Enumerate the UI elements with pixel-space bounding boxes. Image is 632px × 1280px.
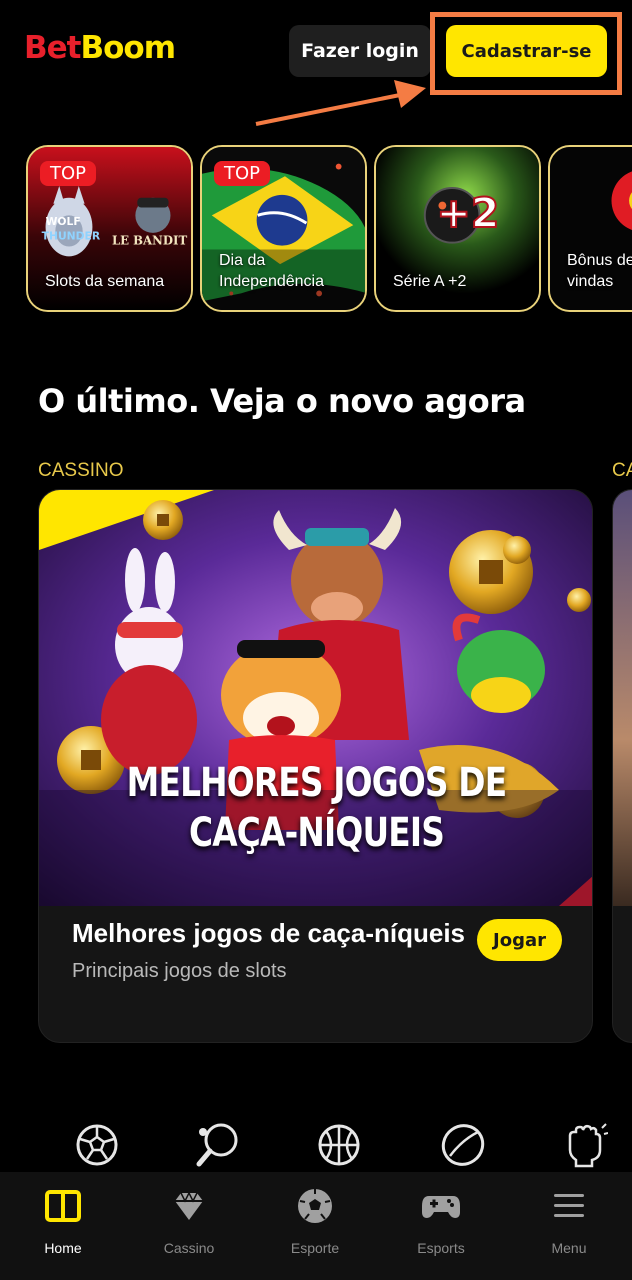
hockey-puck-icon[interactable] xyxy=(440,1122,486,1168)
nav-home-label: Home xyxy=(44,1240,82,1256)
nav-cassino-label: Cassino xyxy=(163,1240,215,1256)
nav-esports-label: Esports xyxy=(417,1240,465,1256)
signup-button[interactable]: Cadastrar-se xyxy=(446,25,607,77)
fighting-fist-icon[interactable] xyxy=(562,1122,608,1168)
story-label: Dia da Independência xyxy=(219,252,324,290)
section-title: O último. Veja o novo agora xyxy=(38,382,526,420)
category-label-peek: CA xyxy=(612,460,632,481)
logo-bet: Bet xyxy=(24,30,81,66)
story-label: Bônus de boas-vindas xyxy=(567,252,632,290)
promo-card[interactable]: MELHORES JOGOS DE CAÇA-NÍQUEIS Melhores … xyxy=(38,489,593,1043)
banner-line-2: CAÇA-NÍQUEIS xyxy=(188,810,445,856)
story-item[interactable]: +2 Série A +2 xyxy=(374,145,541,312)
top-badge: TOP xyxy=(214,161,271,186)
banner-line-1: MELHORES JOGOS DE xyxy=(126,760,507,806)
app-header: BetBoom Fazer login Cadastrar-se xyxy=(0,0,632,110)
login-button[interactable]: Fazer login xyxy=(289,25,431,77)
nav-esporte-label: Esporte xyxy=(290,1240,340,1256)
soccer-ball-icon[interactable] xyxy=(74,1122,120,1168)
diamond-icon xyxy=(175,1191,203,1220)
next-card-peek[interactable] xyxy=(612,489,632,1043)
soccer-icon xyxy=(298,1189,332,1223)
promo-banner: MELHORES JOGOS DE CAÇA-NÍQUEIS xyxy=(39,490,592,906)
home-panel-icon xyxy=(45,1190,81,1222)
sports-icon-row xyxy=(0,1110,632,1174)
betboom-logo[interactable]: BetBoom xyxy=(24,30,176,66)
nav-menu[interactable]: Menu xyxy=(514,1186,624,1266)
category-label: CASSINO xyxy=(38,460,124,481)
bottom-navigation: Home Cassino Esporte Esports Menu xyxy=(0,1172,632,1280)
svg-text:+2: +2 xyxy=(437,189,500,237)
story-label: Slots da semana xyxy=(45,273,165,290)
svg-text:LE BANDIT: LE BANDIT xyxy=(112,234,188,248)
nav-menu-label: Menu xyxy=(551,1240,587,1256)
card-subtitle: Principais jogos de slots xyxy=(72,960,287,982)
logo-boom: Boom xyxy=(80,30,176,66)
nav-cassino[interactable]: Cassino xyxy=(134,1186,244,1266)
nav-home[interactable]: Home xyxy=(8,1186,118,1266)
card-title: Melhores jogos de caça-níqueis xyxy=(72,918,465,948)
nav-esporte[interactable]: Esporte xyxy=(260,1186,370,1266)
table-tennis-icon[interactable] xyxy=(194,1122,240,1168)
stories-carousel[interactable]: WOLF THUNDER LE BANDIT TOP Slots da sema… xyxy=(26,145,632,313)
story-label: Série A +2 xyxy=(393,273,467,290)
top-badge: TOP xyxy=(40,161,97,186)
story-item[interactable]: TOP Dia da Independência xyxy=(200,145,367,312)
story-item[interactable]: WOLF THUNDER LE BANDIT TOP Slots da sema… xyxy=(26,145,193,312)
nav-esports[interactable]: Esports xyxy=(386,1186,496,1266)
svg-text:THUNDER: THUNDER xyxy=(42,230,101,243)
play-button[interactable]: Jogar xyxy=(477,919,562,961)
hamburger-icon xyxy=(554,1194,584,1217)
basketball-icon[interactable] xyxy=(316,1122,362,1168)
svg-text:WOLF: WOLF xyxy=(46,215,81,228)
promo-banner-headline: MELHORES JOGOS DE CAÇA-NÍQUEIS xyxy=(89,758,544,858)
story-item[interactable]: Bônus de boas-vindas xyxy=(548,145,632,312)
gamepad-icon xyxy=(422,1196,460,1218)
next-card-image xyxy=(613,490,632,906)
